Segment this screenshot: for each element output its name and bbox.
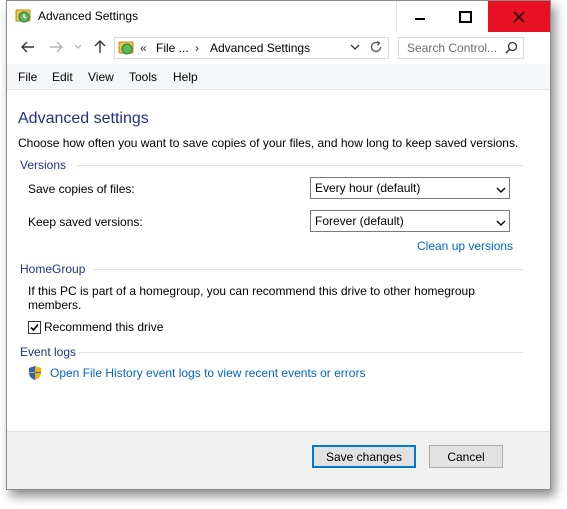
window-title: Advanced Settings [38, 9, 139, 23]
chevron-down-icon [496, 216, 506, 230]
page-description: Choose how often you want to save copies… [18, 136, 519, 150]
chevron-down-icon [350, 44, 360, 50]
close-icon [513, 11, 525, 22]
recent-locations-button[interactable] [69, 38, 87, 56]
minimize-button[interactable] [396, 1, 442, 32]
search-box[interactable]: Search Control... [398, 37, 524, 59]
up-button[interactable] [91, 38, 109, 56]
menu-bar: File Edit View Tools Help [7, 64, 550, 90]
file-history-icon [15, 8, 31, 24]
main-content: Advanced settings Choose how often you w… [7, 90, 550, 431]
recommend-drive-label[interactable]: Recommend this drive [44, 320, 163, 334]
address-dropdown-button[interactable] [350, 41, 360, 55]
dialog-footer: Save changes Cancel [7, 431, 550, 489]
homegroup-group-title: HomeGroup [20, 262, 86, 276]
keep-versions-label: Keep saved versions: [28, 215, 143, 229]
chevron-down-icon [496, 183, 506, 197]
checkmark-icon [30, 323, 39, 332]
save-changes-button[interactable]: Save changes [312, 445, 416, 468]
forward-button[interactable] [47, 38, 65, 56]
uac-shield-icon [27, 365, 43, 381]
save-copies-select[interactable]: Every hour (default) [310, 177, 510, 199]
event-logs-divider [79, 352, 523, 353]
search-icon[interactable] [505, 41, 518, 57]
maximize-icon [458, 10, 472, 23]
keep-versions-value: Forever (default) [315, 214, 404, 228]
search-input[interactable]: Search Control... [407, 41, 497, 55]
menu-view[interactable]: View [88, 70, 114, 84]
chevron-down-icon [74, 44, 82, 49]
address-bar[interactable]: « File ... › Advanced Settings [114, 37, 389, 59]
clean-up-versions-link[interactable]: Clean up versions [417, 239, 513, 253]
event-logs-group-title: Event logs [20, 345, 77, 359]
back-arrow-icon [21, 41, 34, 53]
breadcrumb-separator[interactable]: › [195, 41, 199, 55]
up-arrow-icon [94, 40, 106, 53]
control-panel-icon [118, 40, 134, 56]
versions-divider [77, 165, 523, 166]
menu-edit[interactable]: Edit [52, 70, 73, 84]
title-bar: Advanced Settings [7, 1, 550, 32]
back-button[interactable] [19, 38, 37, 56]
homegroup-description: If this PC is part of a homegroup, you c… [28, 284, 475, 312]
navigation-bar: « File ... › Advanced Settings Search Co… [7, 32, 550, 64]
refresh-button[interactable] [369, 40, 383, 57]
breadcrumb-advanced-settings[interactable]: Advanced Settings [210, 41, 310, 55]
page-title: Advanced settings [18, 110, 149, 127]
homegroup-divider [93, 269, 523, 270]
versions-group-title: Versions [20, 158, 67, 172]
recommend-drive-checkbox[interactable] [28, 321, 41, 334]
event-logs-link[interactable]: Open File History event logs to view rec… [50, 366, 365, 380]
close-button[interactable] [488, 1, 550, 32]
keep-versions-select[interactable]: Forever (default) [310, 210, 510, 232]
cancel-button[interactable]: Cancel [429, 445, 503, 468]
maximize-button[interactable] [442, 1, 488, 32]
minimize-icon [414, 17, 425, 20]
forward-arrow-icon [50, 41, 63, 53]
menu-tools[interactable]: Tools [129, 70, 157, 84]
save-copies-label: Save copies of files: [28, 182, 135, 196]
address-overflow-chevron[interactable]: « [140, 41, 147, 55]
refresh-icon [370, 40, 382, 53]
menu-help[interactable]: Help [173, 70, 198, 84]
advanced-settings-window: Advanced Settings « File ... › Advanced … [6, 0, 551, 490]
save-copies-value: Every hour (default) [315, 181, 421, 195]
breadcrumb-file-history[interactable]: File ... [156, 41, 189, 55]
menu-file[interactable]: File [18, 70, 37, 84]
